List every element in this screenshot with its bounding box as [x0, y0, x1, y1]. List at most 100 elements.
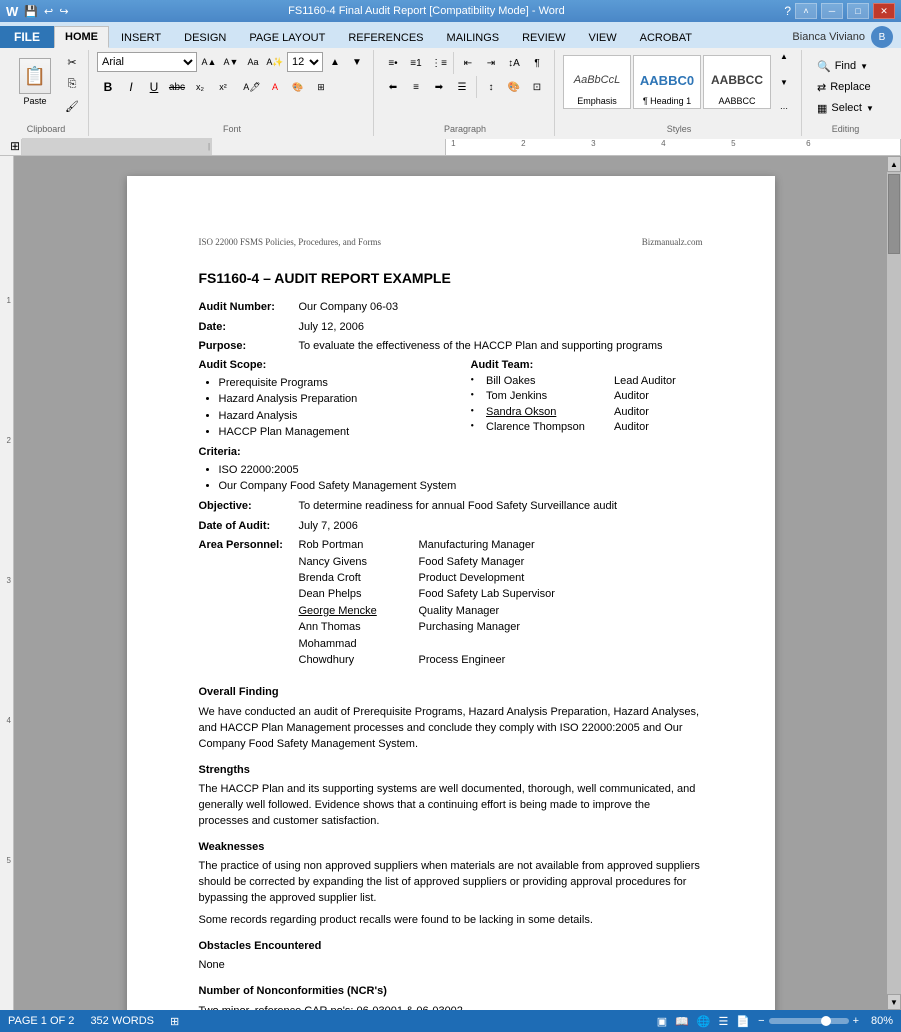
clear-format-btn[interactable]: Aa	[243, 52, 263, 72]
clipboard-group: 📋 Paste ✂ ⎘ 🖌 Clipboard	[4, 50, 89, 136]
zoom-out-btn[interactable]: −	[758, 1015, 764, 1027]
italic-button[interactable]: I	[120, 76, 142, 98]
find-button[interactable]: 🔍 Find ▼	[810, 57, 875, 76]
subscript-button[interactable]: x₂	[189, 76, 211, 98]
page-container[interactable]: ISO 22000 FSMS Policies, Procedures, and…	[14, 156, 887, 1010]
border-button[interactable]: ⊞	[310, 76, 332, 98]
page-header: ISO 22000 FSMS Policies, Procedures, and…	[199, 236, 703, 249]
save-icon[interactable]: 💾	[24, 6, 38, 18]
text-highlight-button[interactable]: A🖊	[241, 76, 263, 98]
styles-down-btn[interactable]: ▼	[773, 71, 795, 93]
paste-button[interactable]: 📋 Paste	[10, 52, 60, 112]
person-role-3: Product Development	[419, 571, 525, 586]
increase-font-btn[interactable]: A▼	[221, 52, 241, 72]
editing-label: Editing	[832, 122, 860, 134]
underline-button[interactable]: U	[143, 76, 165, 98]
sort-button[interactable]: ↕A	[503, 52, 525, 74]
tab-page-layout[interactable]: PAGE LAYOUT	[238, 26, 336, 48]
scroll-thumb[interactable]	[888, 174, 900, 254]
person-role-2: Food Safety Manager	[419, 555, 525, 570]
minimize-btn[interactable]: ─	[821, 3, 843, 19]
redo-icon[interactable]: ↪	[59, 6, 68, 18]
tab-home[interactable]: HOME	[54, 26, 109, 48]
ribbon-collapse-btn[interactable]: ˄	[795, 3, 817, 19]
page-info: PAGE 1 OF 2	[8, 1015, 74, 1028]
date-row: Date: July 12, 2006	[199, 320, 703, 335]
personnel-row-4: Dean Phelps Food Safety Lab Supervisor	[299, 587, 555, 602]
style-heading1[interactable]: AABBC0 ¶ Heading 1	[633, 55, 701, 109]
user-avatar[interactable]: B	[871, 26, 893, 48]
personnel-row-1: Rob Portman Manufacturing Manager	[299, 538, 555, 553]
scroll-up-btn[interactable]: ▲	[887, 156, 901, 172]
zoom-slider[interactable]	[769, 1018, 849, 1024]
align-left-button[interactable]: ⬅	[382, 76, 404, 98]
font-size-select[interactable]: 12	[287, 52, 323, 72]
font-name-select[interactable]: Arial	[97, 52, 197, 72]
auditor-role-3: Auditor	[614, 405, 649, 420]
person-role-7: Process Engineer	[419, 653, 506, 668]
scrollbar-vertical[interactable]: ▲ ▼	[887, 156, 901, 1010]
show-marks-button[interactable]: ¶	[526, 52, 548, 74]
bullets-button[interactable]: ≡•	[382, 52, 404, 74]
paste-icon: 📋	[19, 58, 51, 94]
strikethrough-button[interactable]: abc	[166, 76, 188, 98]
font-size-inc[interactable]: ▲	[325, 52, 345, 72]
justify-button[interactable]: ☰	[451, 76, 473, 98]
style-heading2[interactable]: AABBCC AABBCC	[703, 55, 771, 109]
font-size-dec[interactable]: ▼	[347, 52, 367, 72]
borders-button[interactable]: ⊡	[526, 76, 548, 98]
person-role-1: Manufacturing Manager	[419, 538, 535, 553]
bold-button[interactable]: B	[97, 76, 119, 98]
audit-scope-col: Audit Scope: Prerequisite Programs Hazar…	[199, 358, 431, 441]
line-spacing-button[interactable]: ↕	[480, 76, 502, 98]
select-button[interactable]: ▦ Select ▼	[810, 99, 881, 118]
tab-mailings[interactable]: MAILINGS	[436, 26, 511, 48]
numbering-button[interactable]: ≡1	[405, 52, 427, 74]
find-dropdown-icon[interactable]: ▼	[860, 62, 868, 71]
style-emphasis[interactable]: AaBbCcL Emphasis	[563, 55, 631, 109]
copy-button[interactable]: ⎘	[62, 74, 82, 94]
styles-more-btn[interactable]: ⋯	[773, 97, 795, 119]
margin-num-4: 4	[7, 716, 11, 725]
layout-icon[interactable]: ⊞	[170, 1015, 179, 1028]
margin-num-2: 2	[7, 436, 11, 445]
cut-button[interactable]: ✂	[62, 52, 82, 72]
text-effect-btn[interactable]: A✨	[265, 52, 285, 72]
view-normal-icon[interactable]: ▣	[657, 1015, 667, 1028]
view-draft-icon[interactable]: 📄	[736, 1015, 750, 1028]
font-color-button[interactable]: A	[264, 76, 286, 98]
document-page[interactable]: ISO 22000 FSMS Policies, Procedures, and…	[127, 176, 775, 1010]
undo-icon[interactable]: ↩	[44, 6, 53, 18]
multilevel-button[interactable]: ⋮≡	[428, 52, 450, 74]
maximize-btn[interactable]: □	[847, 3, 869, 19]
decrease-indent-button[interactable]: ⇤	[457, 52, 479, 74]
align-center-button[interactable]: ≡	[405, 76, 427, 98]
tab-references[interactable]: REFERENCES	[337, 26, 434, 48]
tab-view[interactable]: VIEW	[578, 26, 628, 48]
help-icon[interactable]: ?	[784, 4, 791, 18]
tab-design[interactable]: DESIGN	[173, 26, 237, 48]
zoom-in-btn[interactable]: +	[853, 1015, 859, 1027]
view-web-icon[interactable]: 🌐	[697, 1015, 711, 1028]
audit-team-row-3: • Sandra Okson Auditor	[471, 405, 703, 420]
decrease-font-btn[interactable]: A▲	[199, 52, 219, 72]
superscript-button[interactable]: x²	[212, 76, 234, 98]
tab-file[interactable]: FILE	[0, 26, 54, 48]
shading-button[interactable]: 🎨	[503, 76, 525, 98]
view-read-icon[interactable]: 📖	[675, 1015, 689, 1028]
align-right-button[interactable]: ➡	[428, 76, 450, 98]
tab-insert[interactable]: INSERT	[110, 26, 172, 48]
tab-acrobat[interactable]: ACROBAT	[629, 26, 703, 48]
styles-up-btn[interactable]: ▲	[773, 45, 795, 67]
strengths-text: The HACCP Plan and its supporting system…	[199, 782, 703, 830]
scroll-down-btn[interactable]: ▼	[887, 994, 901, 1010]
select-dropdown-icon[interactable]: ▼	[866, 104, 874, 113]
replace-button[interactable]: ⇄ Replace	[810, 78, 878, 97]
increase-indent-button[interactable]: ⇥	[480, 52, 502, 74]
view-outline-icon[interactable]: ☰	[719, 1015, 729, 1028]
close-btn[interactable]: ✕	[873, 3, 895, 19]
text-shading-button[interactable]: 🎨	[287, 76, 309, 98]
format-painter-button[interactable]: 🖌	[62, 96, 82, 116]
titlebar-right: ? ˄ ─ □ ✕	[784, 3, 895, 19]
tab-review[interactable]: REVIEW	[511, 26, 576, 48]
